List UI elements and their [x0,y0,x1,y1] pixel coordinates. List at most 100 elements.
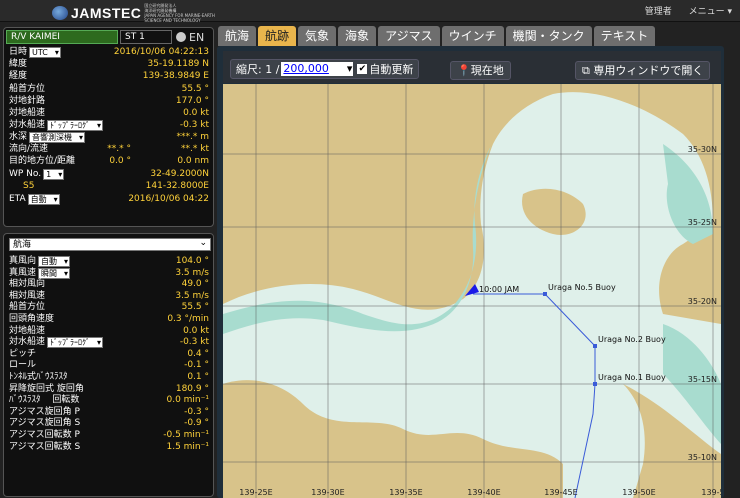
sensor-row: アジマス回転数 S 1.5 min⁻¹ [9,441,209,452]
waypoint-label: Uraga No.1 Buoy [598,373,666,382]
lat-label: 35-25N [688,218,717,227]
navigation-panel: R/V KAIMEI ST 1 EN 日時UTC2016/10/06 04:22… [3,27,214,227]
sensor-value: -0.3 ° [184,406,209,417]
destination-distance: 0.0 nm [177,156,209,166]
lon-label: 139-35E [389,488,422,497]
jamstec-logo-icon [52,6,68,20]
longitude-value: 139-38.9849 E [142,71,209,81]
sensor-value: 104.0 ° [175,256,209,266]
sensor-row: 相対風速 3.5 m/s [9,290,209,301]
sensor-row: アジマス旋回角 S -0.9 ° [9,418,209,429]
sensor-value: 3.5 m/s [175,290,209,301]
data-category-panel: 航海 真風向自動104.0 °真風速瞬間3.5 m/s相対風向49.0 °相対風… [3,233,214,497]
sensor-row: ﾄﾝﾈﾙ式ﾊﾞｳｽﾗｽﾀ 0.1 ° [9,372,209,382]
sensor-row: 回頭角速度 0.3 °/min [9,314,209,324]
language-toggle[interactable]: EN [176,30,214,44]
sensor-row: 昇降旋回式 旋回角 180.9 ° [9,383,209,394]
waypoint-label: Uraga No.2 Buoy [598,335,666,344]
sensor-row: ﾊﾞｳｽﾗｽﾀ 回転数 0.0 min⁻¹ [9,395,209,406]
sensor-value: 0.0 min⁻¹ [166,395,209,406]
heading-value: 55.5 ° [181,84,209,94]
sensor-mode-select[interactable]: 自動 [38,256,71,267]
lat-label: 35-20N [688,297,717,306]
top-bar: JAMSTEC 国立研究開発法人 海洋研究開発機構 JAPAN AGENCY FOR… [0,0,740,23]
sensor-value: -0.5 min⁻¹ [163,430,209,440]
lon-label: 139-30E [311,488,344,497]
scale-select[interactable]: 200,000 [281,62,354,76]
sensor-value: 1.5 min⁻¹ [166,441,209,452]
sensor-value: 3.5 m/s [175,267,209,278]
tab-7[interactable]: テキスト [593,26,656,46]
category-select[interactable]: 航海 [9,237,211,251]
waypoint-marker[interactable] [593,382,597,386]
lat-label: 35-15N [688,375,717,384]
sensor-value: -0.9 ° [184,418,209,429]
main-tabs: 航海 航跡 気象 海象 アジマス ウインチ 機関・タンク テキスト [218,26,657,46]
ship-name: R/V KAIMEI [6,30,118,44]
globe-icon [176,32,186,42]
logo-subtitle: 国立研究開発法人 海洋研究開発機構 JAPAN AGENCY FOR MARINE-… [144,3,215,23]
open-window-button[interactable]: ⧉ 専用ウィンドウで開く [575,61,711,80]
jamstec-logo[interactable]: JAMSTEC 国立研究開発法人 海洋研究開発機構 JAPAN AGENCY FOR… [52,3,224,23]
tab-4[interactable]: アジマス [378,26,440,46]
sensor-value: 0.0 kt [183,325,209,336]
speed-source-select[interactable]: ﾄﾞｯﾌﾟﾗｰﾛｸﾞ [47,120,104,131]
tab-3[interactable]: 海象 [338,26,377,46]
tab-0[interactable]: 航海 [218,26,257,46]
lat-label: 35-10N [688,453,717,462]
station-label: ST 1 [120,30,172,44]
tab-5[interactable]: ウインチ [441,26,504,46]
sensor-row: 対地船速 0.0 kt [9,325,209,336]
external-link-icon: ⧉ [582,64,594,77]
sensor-row: 相対風向 49.0 ° [9,279,209,290]
admin-link[interactable]: 管理者 [645,7,672,17]
sensor-value: -0.3 kt [179,337,209,348]
auto-update-checkbox[interactable]: ✔ [357,64,368,74]
timezone-select[interactable]: UTC [29,47,61,58]
sensor-value: 49.0 ° [181,279,209,290]
lat-label: 35-30N [688,145,717,154]
sog-value: 0.0 kt [183,108,209,118]
sensor-row: 真風向自動104.0 ° [9,256,209,267]
sensor-value: -0.1 ° [184,360,209,371]
sensor-row: アジマス回転数 P -0.5 min⁻¹ [9,430,209,440]
waypoint-latitude: 32-49.2000N [150,169,209,179]
cog-value: 177.0 ° [175,96,209,106]
menu-dropdown[interactable]: メニュー ▾ [689,7,732,17]
sensor-mode-select[interactable]: 瞬間 [38,267,71,279]
sensor-value: 0.4 ° [187,348,209,359]
eta-value: 2016/10/06 04:22 [128,194,209,204]
datetime-value: 2016/10/06 04:22:13 [113,47,209,57]
depth-source-select[interactable]: 音響測深機 [29,132,86,143]
waypoint-name: S5 [23,181,35,191]
sensor-mode-select[interactable]: ﾄﾞｯﾌﾟﾗｰﾛｸﾞ [47,337,104,349]
destination-bearing: 0.0 ° [109,156,131,166]
lon-label: 139-25E [239,488,272,497]
sensor-value: 55.5 ° [181,302,209,313]
map-pin-icon: 📍 [457,64,471,77]
sensor-row: ピッチ 0.4 ° [9,348,209,359]
waypoint-marker[interactable] [593,344,597,348]
lon-label: 139-5 [701,488,721,497]
waypoint-marker[interactable] [543,292,547,296]
current-position-button[interactable]: 📍現在地 [450,61,511,80]
latitude-value: 35-19.1189 N [147,59,209,69]
current-direction: **.* ° [107,144,131,154]
nautical-map[interactable]: 35-30N 35-25N 35-20N 35-15N 35-10N 139-25E 139… [223,84,721,498]
tab-6[interactable]: 機関・タンク [505,26,592,46]
eta-mode-select[interactable]: 自動 [27,194,60,205]
tab-2[interactable]: 気象 [298,26,337,46]
waypoint-label: Uraga No.5 Buoy [548,283,616,292]
scale-control: 縮尺: 1 / 200,000 ✔ 自動更新 [230,59,420,79]
sensor-row: アジマス旋回角 P -0.3 ° [9,406,209,417]
waypoint-select[interactable]: 1 [43,169,65,180]
sensor-value: 180.9 ° [175,383,209,394]
sensor-row: 真風速瞬間3.5 m/s [9,267,209,279]
logo-text: JAMSTEC [71,5,142,21]
tab-1[interactable]: 航跡 [258,26,297,46]
ship-label: 10:00 JAM [479,285,519,294]
sensor-value: 0.3 °/min [167,314,209,324]
stw-value: -0.3 kt [179,120,209,130]
lon-label: 139-50E [622,488,655,497]
sensor-row: 船首方位 55.5 ° [9,302,209,313]
